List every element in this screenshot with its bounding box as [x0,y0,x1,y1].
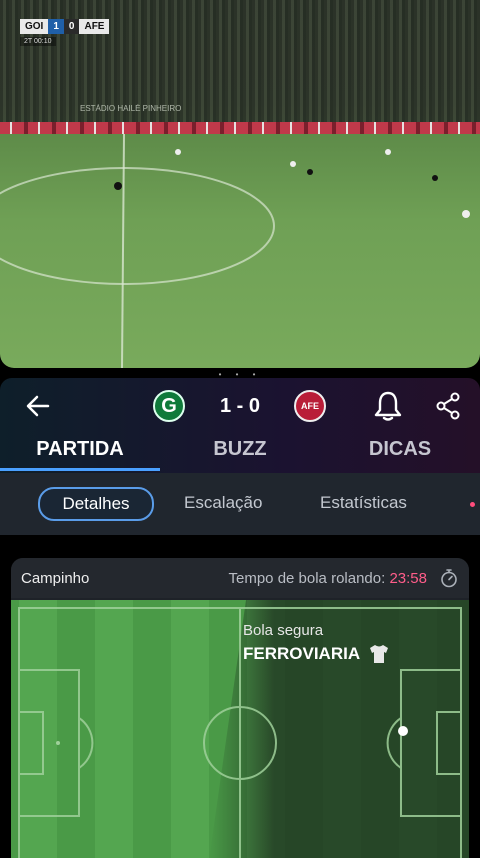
away-crest-text: AFE [301,401,319,411]
tab-dicas[interactable]: DICAS [320,436,480,473]
timer-value: 23:58 [389,570,427,587]
content-area: Campinho Tempo de bola rolando: 23:58 Bo… [0,535,480,858]
share-icon[interactable] [434,392,462,420]
stadium-text: ESTÁDIO HAILÉ PINHEIRO [80,104,182,113]
away-team-crest[interactable]: AFE [294,390,326,422]
shirt-icon [370,645,389,663]
scorebug-away: AFE [79,18,110,34]
scorebug-home-score: 1 [48,18,64,34]
match-score: 1 - 0 [219,395,261,417]
scorebug-home: GOI [20,18,49,34]
possession-team-row: FERROVIARIA [243,643,390,665]
subtab-detalhes[interactable]: Detalhes [38,487,154,521]
ad-boards [0,122,480,134]
mini-pitch [11,600,469,858]
scorebug: GOI 1 0 AFE [20,17,110,35]
possession-label: Bola segura [243,622,324,639]
tab-buzz[interactable]: BUZZ [160,436,320,473]
ball-in-play-time: Tempo de bola rolando: 23:58 [229,570,428,587]
scorebug-clock: 2T 00:10 [20,37,56,46]
more-indicator-dot [470,502,475,507]
sub-navigation: Detalhes Escalação Estatísticas [0,473,480,535]
campinho-card: Campinho Tempo de bola rolando: 23:58 Bo… [11,558,469,858]
home-crest-letter: G [161,394,177,417]
video-player[interactable]: GOI 1 0 AFE 2T 00:10 ESTÁDIO HAILÉ PINHE… [0,0,480,368]
scorebug-away-score: 0 [63,18,80,34]
subtab-escalacao[interactable]: Escalação [184,488,262,518]
card-header: Campinho Tempo de bola rolando: 23:58 [11,558,469,598]
card-title: Campinho [21,570,90,587]
ball-possession: Bola segura FERROVIARIA [243,622,390,665]
timer-label: Tempo de bola rolando: [228,570,386,587]
broadcast-pitch [0,134,470,368]
home-team-crest[interactable]: G [153,390,185,422]
bell-icon[interactable] [373,390,403,422]
possession-team: FERROVIARIA [243,644,361,663]
match-tabs: PARTIDA BUZZ DICAS [0,436,480,473]
stopwatch-icon [441,569,457,588]
back-arrow-icon[interactable] [24,392,52,420]
tab-partida[interactable]: PARTIDA [0,436,160,473]
subtab-estatisticas[interactable]: Estatísticas [320,488,407,518]
match-header: G 1 - 0 AFE PARTIDA BUZZ DICAS [0,378,480,473]
